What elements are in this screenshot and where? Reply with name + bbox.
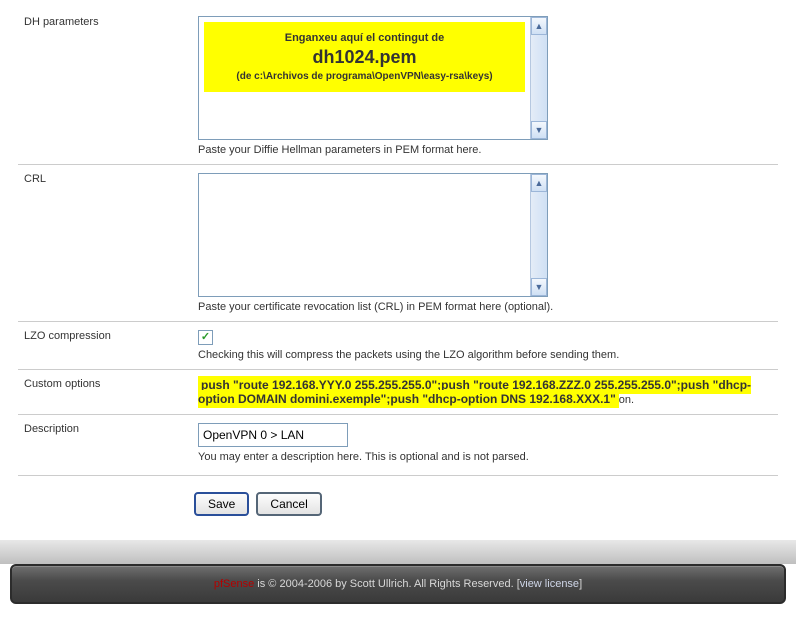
label-custom-options: Custom options	[18, 376, 198, 408]
field-dh-parameters: Enganxeu aquí el contingut de dh1024.pem…	[198, 14, 778, 158]
scroll-down-icon[interactable]: ▼	[531, 278, 547, 296]
description-input[interactable]	[198, 423, 348, 447]
footer-text2: ]	[579, 578, 582, 590]
view-license-link[interactable]: view license	[520, 578, 579, 590]
crl-textarea-content	[199, 174, 530, 296]
dh-instruction-box: Enganxeu aquí el contingut de dh1024.pem…	[204, 22, 525, 92]
field-lzo: ✓ Checking this will compress the packet…	[198, 328, 778, 363]
scroll-up-icon[interactable]: ▲	[531, 17, 547, 35]
field-custom-options: push "route 192.168.YYY.0 255.255.255.0"…	[198, 376, 778, 408]
crl-textarea[interactable]: ▲ ▼	[198, 173, 548, 297]
button-row: Save Cancel	[18, 476, 778, 526]
row-lzo: LZO compression ✓ Checking this will com…	[18, 321, 778, 369]
footer-brand: pfSense	[214, 578, 254, 590]
scroll-up-icon[interactable]: ▲	[531, 174, 547, 192]
dh-instruction-path: (de c:\Archivos de programa\OpenVPN\easy…	[210, 71, 519, 82]
lzo-checkbox[interactable]: ✓	[198, 330, 213, 345]
help-description: You may enter a description here. This i…	[198, 451, 774, 463]
dh-scrollbar[interactable]: ▲ ▼	[530, 17, 547, 139]
footer-text1: is © 2004-2006 by Scott Ullrich. All Rig…	[254, 578, 520, 590]
custom-options-trail: on.	[619, 394, 634, 406]
crl-scrollbar[interactable]: ▲ ▼	[530, 174, 547, 296]
footer: pfSense is © 2004-2006 by Scott Ullrich.…	[10, 564, 786, 604]
label-lzo: LZO compression	[18, 328, 198, 363]
help-lzo: Checking this will compress the packets …	[198, 349, 774, 361]
row-description: Description You may enter a description …	[18, 414, 778, 471]
label-crl: CRL	[18, 171, 198, 315]
label-description: Description	[18, 421, 198, 465]
dh-textarea-content: Enganxeu aquí el contingut de dh1024.pem…	[199, 17, 530, 139]
dh-instruction-filename: dh1024.pem	[210, 47, 519, 68]
label-dh-parameters: DH parameters	[18, 14, 198, 158]
row-dh-parameters: DH parameters Enganxeu aquí el contingut…	[18, 8, 778, 164]
save-button[interactable]: Save	[194, 492, 249, 516]
cancel-button[interactable]: Cancel	[256, 492, 321, 516]
form-area: DH parameters Enganxeu aquí el contingut…	[0, 0, 796, 540]
field-crl: ▲ ▼ Paste your certificate revocation li…	[198, 171, 778, 315]
content-shadow	[0, 540, 796, 564]
field-description: You may enter a description here. This i…	[198, 421, 778, 465]
help-crl: Paste your certificate revocation list (…	[198, 301, 774, 313]
scroll-down-icon[interactable]: ▼	[531, 121, 547, 139]
help-dh-parameters: Paste your Diffie Hellman parameters in …	[198, 144, 774, 156]
dh-textarea[interactable]: Enganxeu aquí el contingut de dh1024.pem…	[198, 16, 548, 140]
row-custom-options: Custom options push "route 192.168.YYY.0…	[18, 369, 778, 414]
custom-options-value: push "route 192.168.YYY.0 255.255.255.0"…	[198, 376, 751, 408]
dh-instruction-line1: Enganxeu aquí el contingut de	[210, 32, 519, 44]
row-crl: CRL ▲ ▼ Paste your certificate revocatio…	[18, 164, 778, 321]
